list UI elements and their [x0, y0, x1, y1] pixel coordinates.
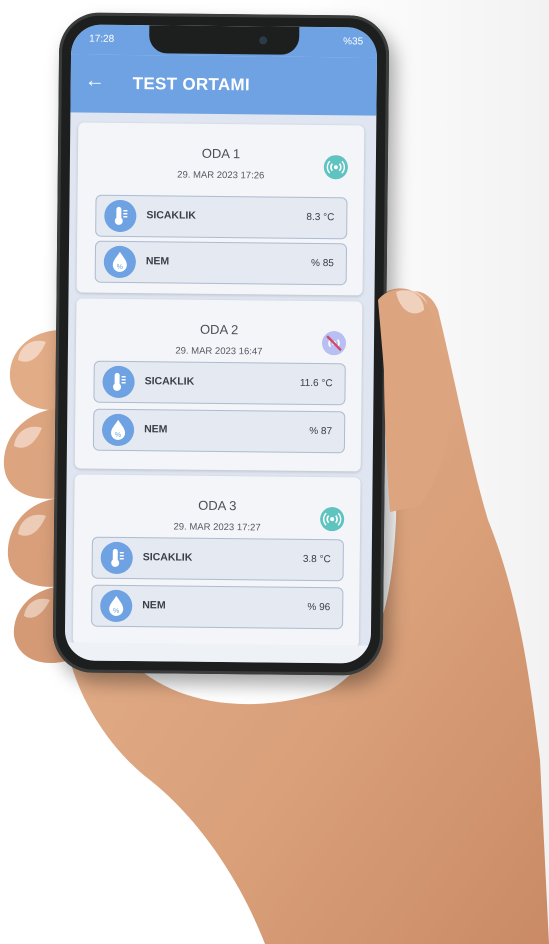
temperature-label: SICAKLIK [142, 551, 193, 564]
camera-dot [259, 36, 268, 45]
back-arrow-icon[interactable]: ← [85, 70, 105, 92]
battery-level: %35 [343, 36, 364, 48]
humidity-drop-icon: % [100, 589, 133, 623]
temperature-row[interactable]: SICAKLIK 11.6 °C [93, 360, 346, 406]
room-card[interactable]: ODA 3 29. MAR 2023 17:27 SICAKLIK 3.8 °C… [72, 474, 361, 648]
temperature-row[interactable]: SICAKLIK 8.3 °C [95, 194, 348, 240]
humidity-row[interactable]: % NEM % 87 [92, 408, 346, 454]
phone-screen: 17:28 %35 ← TEST ORTAMI ODA 1 29. MAR 20… [64, 24, 378, 664]
humidity-row[interactable]: % NEM % 96 [91, 584, 344, 630]
humidity-drop-icon: % [103, 245, 137, 279]
humidity-drop-icon: % [101, 413, 135, 447]
humidity-label: NEM [144, 423, 168, 436]
humidity-value: % 85 [310, 257, 334, 270]
status-time: 17:28 [89, 33, 115, 45]
temperature-label: SICAKLIK [144, 375, 195, 388]
svg-text:%: % [115, 432, 121, 439]
phone-frame: 17:28 %35 ← TEST ORTAMI ODA 1 29. MAR 20… [52, 12, 390, 676]
room-list[interactable]: ODA 1 29. MAR 2023 17:26 SICAKLIK 8.3 °C… [65, 112, 377, 663]
room-date: 29. MAR 2023 17:27 [173, 521, 261, 534]
humidity-value: % 87 [309, 425, 333, 438]
humidity-value: % 96 [307, 601, 331, 614]
camera-notch [149, 25, 300, 55]
room-date: 29. MAR 2023 17:26 [177, 169, 265, 182]
app-title: TEST ORTAMI [132, 74, 251, 95]
svg-text:%: % [117, 264, 123, 271]
temperature-row[interactable]: SICAKLIK 3.8 °C [91, 536, 344, 582]
temperature-value: 8.3 °C [306, 211, 335, 224]
thermometer-icon [100, 541, 133, 575]
thermometer-icon [104, 199, 137, 233]
room-date: 29. MAR 2023 16:47 [175, 345, 263, 358]
room-name: ODA 2 [199, 321, 239, 338]
temperature-value: 11.6 °C [299, 377, 333, 390]
thermometer-icon [102, 365, 135, 399]
humidity-label: NEM [145, 255, 170, 268]
svg-text:%: % [113, 608, 119, 615]
signal-online-icon [323, 155, 348, 180]
app-bar: ← TEST ORTAMI [70, 54, 378, 116]
thumb-overlay [378, 289, 451, 512]
temperature-label: SICAKLIK [146, 209, 196, 222]
temperature-value: 3.8 °C [302, 553, 331, 566]
room-card[interactable]: ODA 2 29. MAR 2023 16:47 SICAKLIK 11.6 °… [74, 298, 363, 472]
bottom-edge [64, 642, 371, 664]
room-card[interactable]: ODA 1 29. MAR 2023 17:26 SICAKLIK 8.3 °C… [76, 122, 365, 296]
humidity-label: NEM [142, 599, 166, 612]
signal-online-icon [320, 507, 345, 532]
room-name: ODA 1 [201, 145, 241, 162]
humidity-row[interactable]: % NEM % 85 [94, 240, 348, 286]
room-name: ODA 3 [198, 497, 237, 514]
signal-offline-icon [321, 331, 347, 356]
